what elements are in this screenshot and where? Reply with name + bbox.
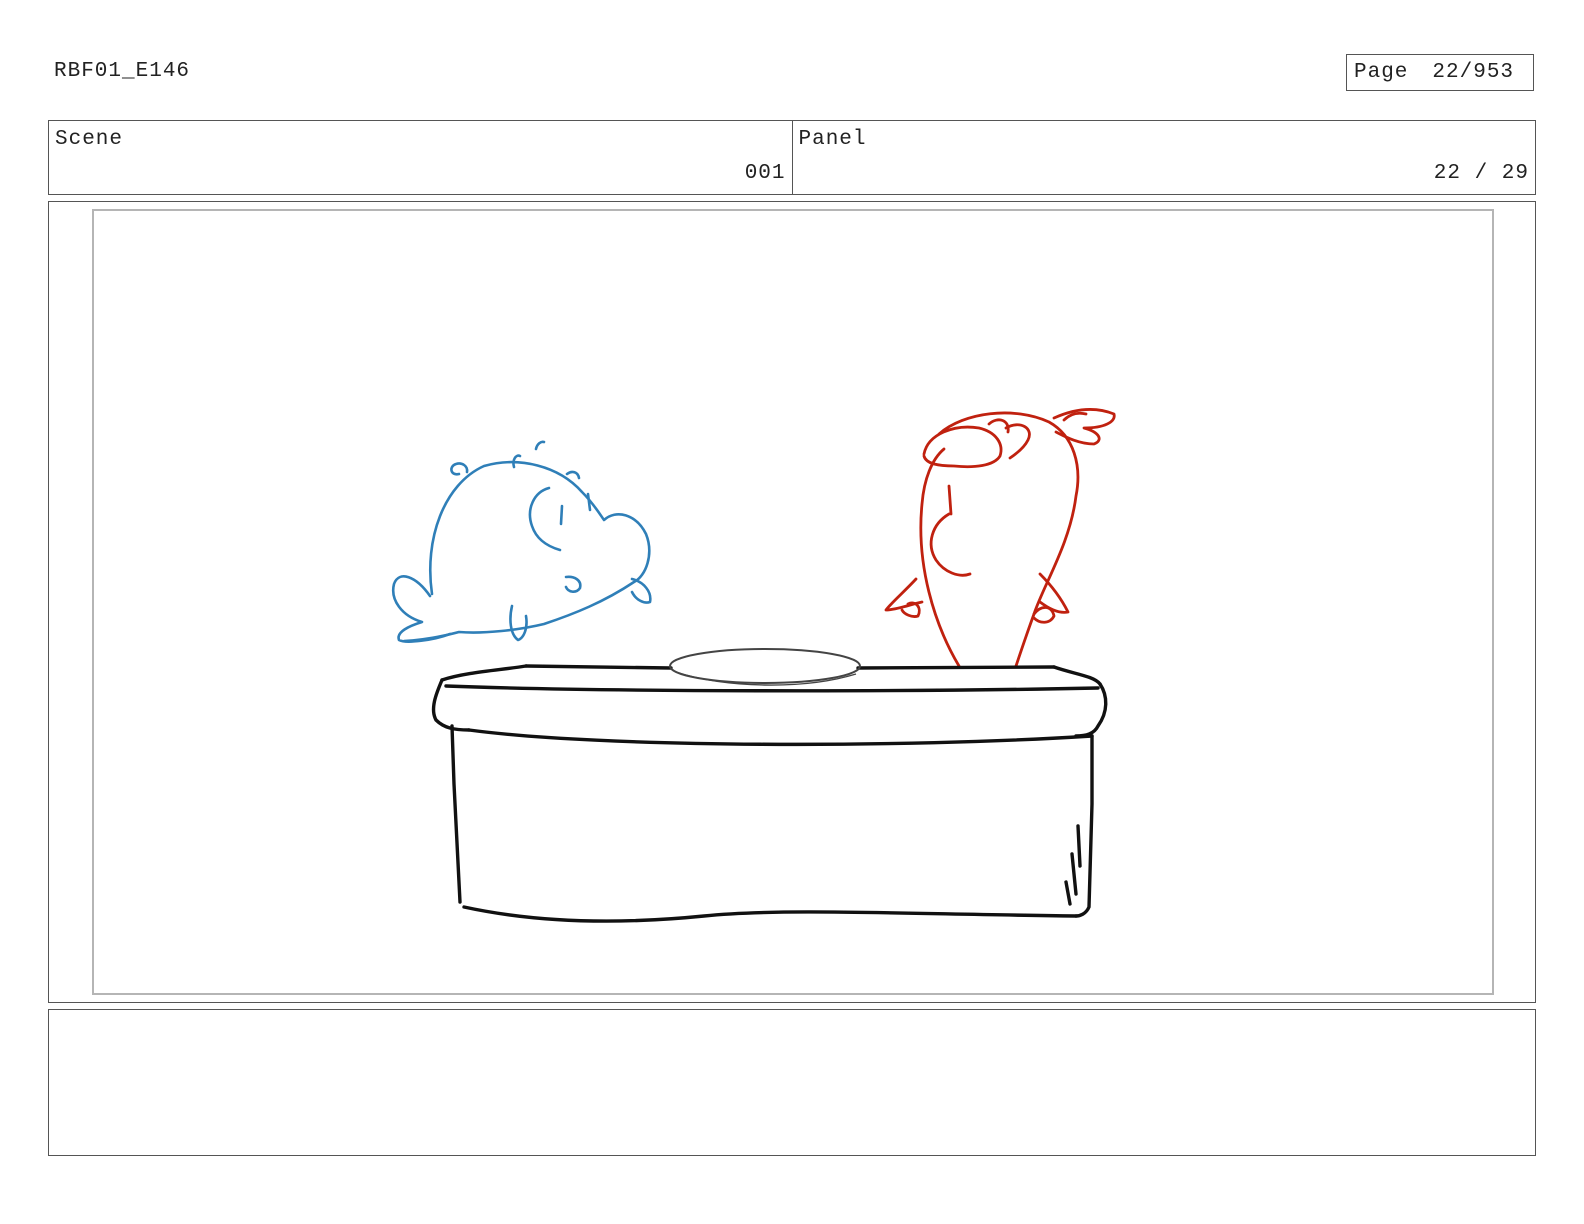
storyboard-sketch xyxy=(391,407,1116,923)
scene-panel-info: Scene 001 Panel 22 / 29 xyxy=(48,120,1536,195)
page-number: 22/953 xyxy=(1432,61,1515,84)
scene-label: Scene xyxy=(55,128,124,151)
production-code: RBF01_E146 xyxy=(54,60,191,83)
panel-cell: Panel 22 / 29 xyxy=(791,121,1536,194)
page-indicator: Page 22/953 xyxy=(1346,54,1534,91)
scene-number: 001 xyxy=(744,162,786,185)
blue-fish-character xyxy=(391,440,652,643)
panel-notes xyxy=(48,1009,1536,1156)
counter-desk xyxy=(431,664,1108,923)
storyboard-panel-frame xyxy=(48,201,1536,1003)
storyboard-drawing-area xyxy=(92,209,1494,995)
panel-number: 22 / 29 xyxy=(1433,162,1529,185)
page-label: Page xyxy=(1354,61,1409,84)
scene-cell: Scene 001 xyxy=(49,121,792,194)
plate xyxy=(669,648,861,686)
red-bird-character xyxy=(884,407,1116,668)
panel-label: Panel xyxy=(798,128,867,151)
